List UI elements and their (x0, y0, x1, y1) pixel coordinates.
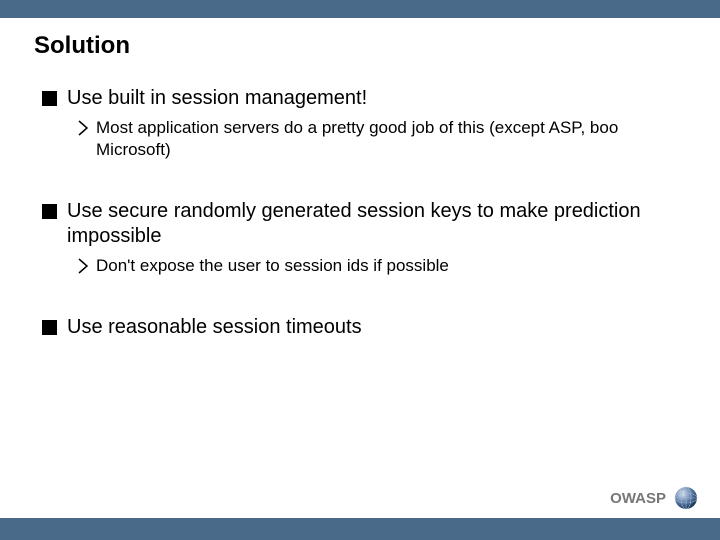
square-bullet-icon (42, 320, 57, 335)
top-bar (0, 0, 720, 18)
bullet-text: Use built in session management! (67, 86, 367, 111)
chevron-icon (78, 258, 90, 274)
square-bullet-icon (42, 91, 57, 106)
sub-bullet-text: Don't expose the user to session ids if … (96, 255, 449, 277)
bullet-level1: Use secure randomly generated session ke… (42, 199, 678, 249)
globe-icon (674, 486, 698, 510)
chevron-icon (78, 120, 90, 136)
brand-area: OWASP (610, 486, 698, 510)
bullet-text: Use reasonable session timeouts (67, 315, 362, 340)
bullet-level1: Use reasonable session timeouts (42, 315, 678, 340)
bullet-text: Use secure randomly generated session ke… (67, 199, 678, 249)
bullet-level1: Use built in session management! (42, 86, 678, 111)
slide-content: Use built in session management! Most ap… (0, 86, 720, 340)
bullet-level2: Don't expose the user to session ids if … (78, 255, 678, 277)
sub-bullet-text: Most application servers do a pretty goo… (96, 117, 678, 161)
slide-title: Solution (34, 32, 720, 60)
bottom-bar (0, 518, 720, 540)
square-bullet-icon (42, 204, 57, 219)
bullet-level2: Most application servers do a pretty goo… (78, 117, 678, 161)
brand-label: OWASP (610, 490, 666, 507)
footer (0, 518, 720, 540)
